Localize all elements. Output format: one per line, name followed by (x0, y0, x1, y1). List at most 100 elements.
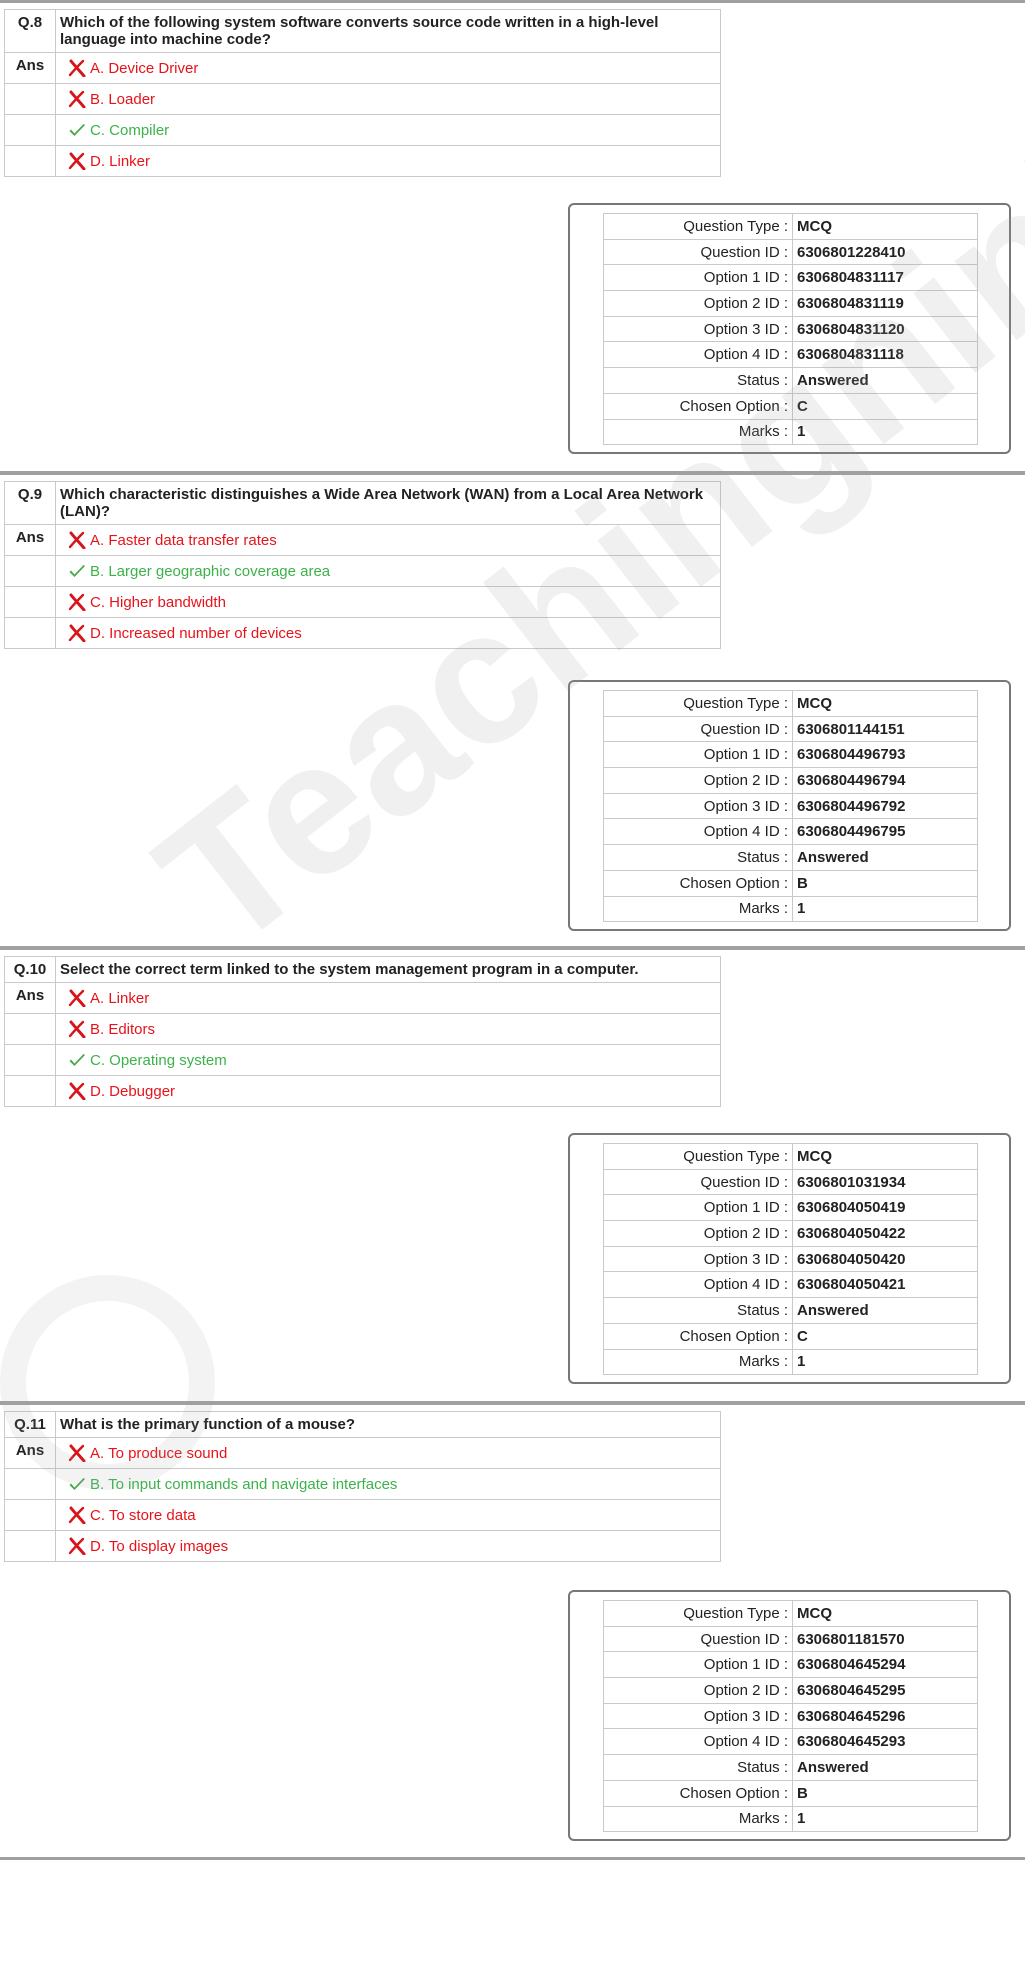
option-text: B. To input commands and navigate interf… (90, 1475, 398, 1493)
option3-id-label: Option 3 ID : (603, 315, 793, 343)
question-info-box: Question Type : MCQ Question ID :63068010… (568, 1133, 1011, 1385)
option-d: D. Increased number of devices (55, 617, 721, 649)
cross-icon (68, 90, 86, 109)
option1-id-value: 6306804496793 (792, 741, 978, 769)
option-b: B. Editors (55, 1013, 721, 1045)
empty-cell (4, 83, 56, 115)
cross-icon (68, 1506, 86, 1525)
option4-id-label: Option 4 ID : (603, 1728, 793, 1756)
question-id-value: 6306801031934 (792, 1168, 978, 1196)
question-id-label: Question ID : (603, 1168, 793, 1196)
check-icon (68, 1051, 86, 1069)
option-row: D. Debugger (68, 1082, 712, 1101)
cross-icon (68, 624, 86, 643)
option-b: B. Larger geographic coverage area (55, 555, 721, 587)
question-id-value: 6306801144151 (792, 715, 978, 743)
question-type-label: Question Type : (603, 1143, 793, 1170)
option-row: A. To produce sound (68, 1444, 712, 1463)
empty-cell (4, 555, 56, 587)
cross-icon (68, 1082, 86, 1101)
question-block: Q.11 What is the primary function of a m… (0, 1402, 1025, 1860)
option4-id-value: 6306804831118 (792, 341, 978, 369)
option1-id-value: 6306804831117 (792, 264, 978, 292)
question-info-table: Question Type : MCQ Question ID :63068010… (603, 1143, 978, 1376)
question-number: Q.8 (4, 9, 56, 53)
empty-cell (4, 617, 56, 649)
option-row: B. Loader (68, 90, 712, 109)
question-table: Q.10 Select the correct term linked to t… (4, 956, 721, 1107)
option-row: C. Higher bandwidth (68, 593, 712, 612)
option-text: C. Higher bandwidth (90, 593, 226, 611)
option3-id-label: Option 3 ID : (603, 1245, 793, 1273)
option-text: B. Editors (90, 1020, 156, 1038)
option3-id-label: Option 3 ID : (603, 792, 793, 820)
option2-id-value: 6306804831119 (792, 290, 978, 317)
marks-value: 1 (792, 418, 978, 446)
option-row: B. Larger geographic coverage area (68, 562, 712, 580)
option4-id-label: Option 4 ID : (603, 341, 793, 369)
option1-id-value: 6306804645294 (792, 1651, 978, 1679)
question-type-value: MCQ (792, 1143, 978, 1170)
question-info-table: Question Type : MCQ Question ID :63068011… (603, 1600, 978, 1833)
chosen-option-value: C (792, 392, 978, 420)
option-text: C. To store data (90, 1506, 196, 1524)
option-d: D. Linker (55, 145, 721, 177)
option-text: A. Linker (90, 989, 150, 1007)
option2-id-label: Option 2 ID : (603, 290, 793, 317)
option-row: A. Device Driver (68, 59, 712, 78)
question-list: Q.8 Which of the following system softwa… (0, 0, 1025, 1860)
question-number: Q.10 (4, 956, 56, 983)
status-label: Status : (603, 367, 793, 394)
question-text: Select the correct term linked to the sy… (55, 956, 721, 983)
option4-id-label: Option 4 ID : (603, 818, 793, 846)
question-info-table: Question Type : MCQ Question ID :63068012… (603, 213, 978, 446)
chosen-option-label: Chosen Option : (603, 869, 793, 897)
question-text: Which characteristic distinguishes a Wid… (55, 481, 721, 525)
empty-cell (4, 586, 56, 618)
option-b: B. Loader (55, 83, 721, 115)
status-value: Answered (792, 844, 978, 871)
option3-id-value: 6306804645296 (792, 1702, 978, 1730)
option-a: A. Device Driver (55, 52, 721, 84)
option-row: D. To display images (68, 1537, 712, 1556)
option1-id-label: Option 1 ID : (603, 741, 793, 769)
cross-icon (68, 1020, 86, 1039)
marks-value: 1 (792, 895, 978, 923)
option4-id-value: 6306804645293 (792, 1728, 978, 1756)
cross-icon (68, 1444, 86, 1463)
question-id-value: 6306801228410 (792, 238, 978, 266)
option-text: D. Linker (90, 152, 151, 170)
question-id-label: Question ID : (603, 238, 793, 266)
option-row: B. To input commands and navigate interf… (68, 1475, 712, 1493)
option1-id-label: Option 1 ID : (603, 264, 793, 292)
option3-id-label: Option 3 ID : (603, 1702, 793, 1730)
option4-id-value: 6306804050421 (792, 1271, 978, 1299)
option-row: B. Editors (68, 1020, 712, 1039)
question-text: What is the primary function of a mouse? (55, 1411, 721, 1438)
option-a: A. Faster data transfer rates (55, 524, 721, 556)
option-text: D. To display images (90, 1537, 229, 1555)
empty-cell (4, 1530, 56, 1562)
marks-label: Marks : (603, 1805, 793, 1833)
empty-cell (4, 1499, 56, 1531)
option-b: B. To input commands and navigate interf… (55, 1468, 721, 1500)
question-type-value: MCQ (792, 213, 978, 240)
ans-label: Ans (4, 52, 56, 84)
cross-icon (68, 152, 86, 171)
option-a: A. To produce sound (55, 1437, 721, 1469)
option-d: D. To display images (55, 1530, 721, 1562)
chosen-option-label: Chosen Option : (603, 1779, 793, 1807)
check-icon (68, 121, 86, 139)
status-label: Status : (603, 844, 793, 871)
option-text: C. Operating system (90, 1051, 227, 1069)
empty-cell (4, 114, 56, 146)
option1-id-label: Option 1 ID : (603, 1651, 793, 1679)
empty-cell (4, 1044, 56, 1076)
marks-label: Marks : (603, 1348, 793, 1376)
check-icon (68, 1475, 86, 1493)
ans-label: Ans (4, 982, 56, 1014)
question-type-value: MCQ (792, 1600, 978, 1627)
check-icon (68, 562, 86, 580)
option-c: C. Operating system (55, 1044, 721, 1076)
option-text: B. Loader (90, 90, 156, 108)
